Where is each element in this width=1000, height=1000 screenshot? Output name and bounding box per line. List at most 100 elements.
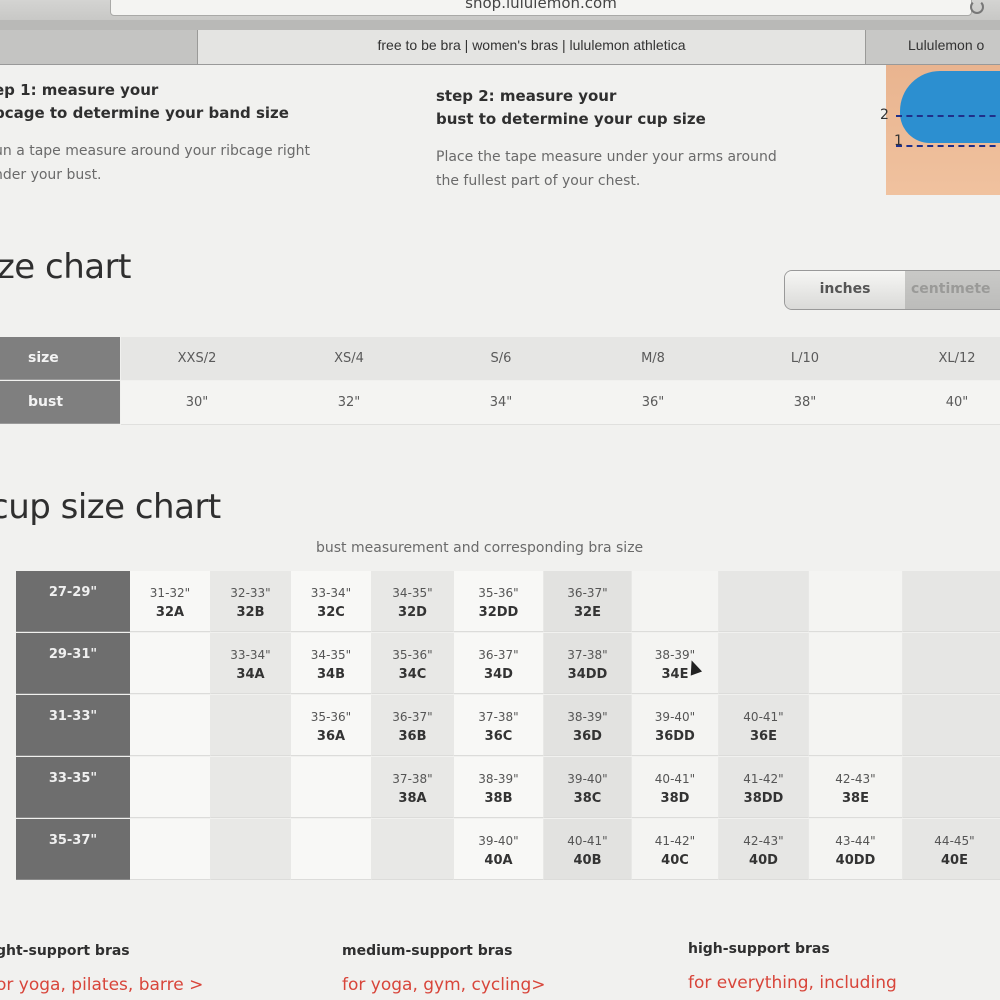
browser-toolbar: shop.lululemon.com <box>0 0 1000 20</box>
bra-size: 32D <box>398 605 427 620</box>
cup-cell: 43-44" 40DD <box>809 819 903 880</box>
cup-cell <box>903 571 1000 632</box>
bust-row-label: bust <box>0 381 120 424</box>
bra-size: 40DD <box>835 853 876 868</box>
cup-cell <box>632 571 719 632</box>
cup-cell: 34-35" 32D <box>372 571 454 632</box>
tab-lululemon[interactable]: Lululemon o <box>866 30 1000 64</box>
bust-range: 40-41" <box>743 710 784 724</box>
bra-size: 32B <box>236 605 265 620</box>
step-2: step 2: measure your bust to determine yo… <box>436 85 777 193</box>
step-1-title: ep 1: measure your bcage to determine you… <box>0 81 289 122</box>
bust-range: 36-37" <box>478 648 519 662</box>
bra-size: 36E <box>750 729 777 744</box>
bust-range: 39-40" <box>478 834 519 848</box>
cup-cell: 39-40" 38C <box>544 757 632 818</box>
cup-cell <box>809 695 903 756</box>
bra-size: 34B <box>317 667 345 682</box>
cup-cell <box>291 819 372 880</box>
bust-range: 35-36" <box>478 586 519 600</box>
cup-cell: 36-37" 36B <box>372 695 454 756</box>
bust-range: 34-35" <box>392 586 433 600</box>
cup-cell: 37-38" 34DD <box>544 633 632 694</box>
reload-icon[interactable] <box>970 0 984 14</box>
bra-size: 34D <box>484 667 513 682</box>
bra-size: 34DD <box>567 667 608 682</box>
bra-size: 34A <box>236 667 265 682</box>
high-support-link[interactable]: for everything, including <box>688 973 897 993</box>
bra-size: 38E <box>842 791 869 806</box>
bra-size: 32E <box>574 605 601 620</box>
cup-table-row: 27-29" 31-32" 32A 32-33" 32B 33-34" 32C 34-35" 3… <box>16 571 1000 633</box>
cup-cell <box>130 695 211 756</box>
band-size-label: 27-29" <box>16 571 130 632</box>
centimeters-button[interactable]: centimete <box>905 271 1000 309</box>
size-cell: S/6 <box>425 337 578 380</box>
bust-cell: 34" <box>425 381 577 425</box>
bra-size: 40D <box>749 853 778 868</box>
medium-support-link[interactable]: for yoga, gym, cycling> <box>342 975 546 995</box>
cup-cell <box>719 571 809 632</box>
unit-toggle: inches centimete <box>784 270 1000 310</box>
cup-cell <box>372 819 454 880</box>
cup-cell: 39-40" 40A <box>454 819 544 880</box>
measure-label-2: 2 <box>880 107 889 123</box>
cup-cell: 34-35" 34B <box>291 633 372 694</box>
bust-range: 33-34" <box>230 648 271 662</box>
high-support-section: high-support bras for everything, includ… <box>688 941 897 993</box>
light-support-link[interactable]: or yoga, pilates, barre > <box>0 975 203 995</box>
cup-cell: 40-41" 40B <box>544 819 632 880</box>
cup-table-row: 31-33" 35-36" 36A 36-37" 36B 37-38" 36C 38-39" 3… <box>16 695 1000 757</box>
bra-size: 34C <box>398 667 427 682</box>
cup-cell: 40-41" 38D <box>632 757 719 818</box>
size-row-label: size <box>0 337 120 380</box>
bust-range: 33-34" <box>310 586 352 600</box>
bra-size: 36D <box>573 729 602 744</box>
cup-table-row: 35-37" 39-40" 40A 40-41" 40B 41-42" 40C 42-43" 4… <box>16 819 1000 881</box>
cup-cell <box>903 757 1000 818</box>
bra-size: 40C <box>661 853 689 868</box>
bust-range: 42-43" <box>835 772 876 786</box>
bust-range: 44-45" <box>934 834 975 848</box>
bra-size: 38A <box>398 791 427 806</box>
light-support-section: ght-support bras or yoga, pilates, barre… <box>0 943 203 995</box>
cup-cell: 39-40" 36DD <box>632 695 719 756</box>
cup-cell: 31-32" 32A <box>130 571 211 632</box>
medium-support-section: medium-support bras for yoga, gym, cycli… <box>342 943 546 995</box>
tab-previous[interactable] <box>0 30 198 64</box>
bust-cell: 32" <box>273 381 425 425</box>
bust-range: 38-39" <box>567 710 608 724</box>
cup-cell: 35-36" 36A <box>291 695 372 756</box>
bust-cell: 40" <box>881 381 1000 425</box>
measure-label-1: 1 <box>894 133 903 149</box>
sports-bra-graphic <box>900 71 1000 143</box>
cup-cell <box>903 695 1000 756</box>
size-cell: L/10 <box>729 337 882 380</box>
cup-cell <box>809 571 903 632</box>
cup-cell: 40-41" 36E <box>719 695 809 756</box>
bust-range: 37-38" <box>478 710 519 724</box>
bra-size: 32C <box>317 605 345 620</box>
cup-cell: 37-38" 38A <box>372 757 454 818</box>
cup-size-chart-title: cup size chart <box>0 487 221 527</box>
cup-cell: 37-38" 36C <box>454 695 544 756</box>
bra-size: 36B <box>398 729 427 744</box>
cup-cell <box>809 633 903 694</box>
model-measurement-image: 2 1 <box>880 65 1000 195</box>
inches-button[interactable]: inches <box>785 271 906 309</box>
cup-cell <box>719 633 809 694</box>
cup-cell <box>291 757 372 818</box>
bra-size: 38B <box>484 791 513 806</box>
cup-table-row: 33-35" 37-38" 38A 38-39" 38B 39-40" 38C 40-41" 3… <box>16 757 1000 819</box>
step-2-text: Place the tape measure under your arms a… <box>436 149 777 189</box>
tab-active[interactable]: free to be bra | women's bras | lululemo… <box>198 30 866 64</box>
bust-range: 37-38" <box>392 772 433 786</box>
cup-cell: 42-43" 38E <box>809 757 903 818</box>
cup-cell: 38-39" 38B <box>454 757 544 818</box>
address-bar[interactable]: shop.lululemon.com <box>110 0 972 16</box>
cup-cell <box>130 757 211 818</box>
bra-size: 38C <box>573 791 602 806</box>
bust-cell: 36" <box>577 381 729 425</box>
bust-range: 40-41" <box>567 834 608 848</box>
measure-line-2 <box>896 115 1000 117</box>
